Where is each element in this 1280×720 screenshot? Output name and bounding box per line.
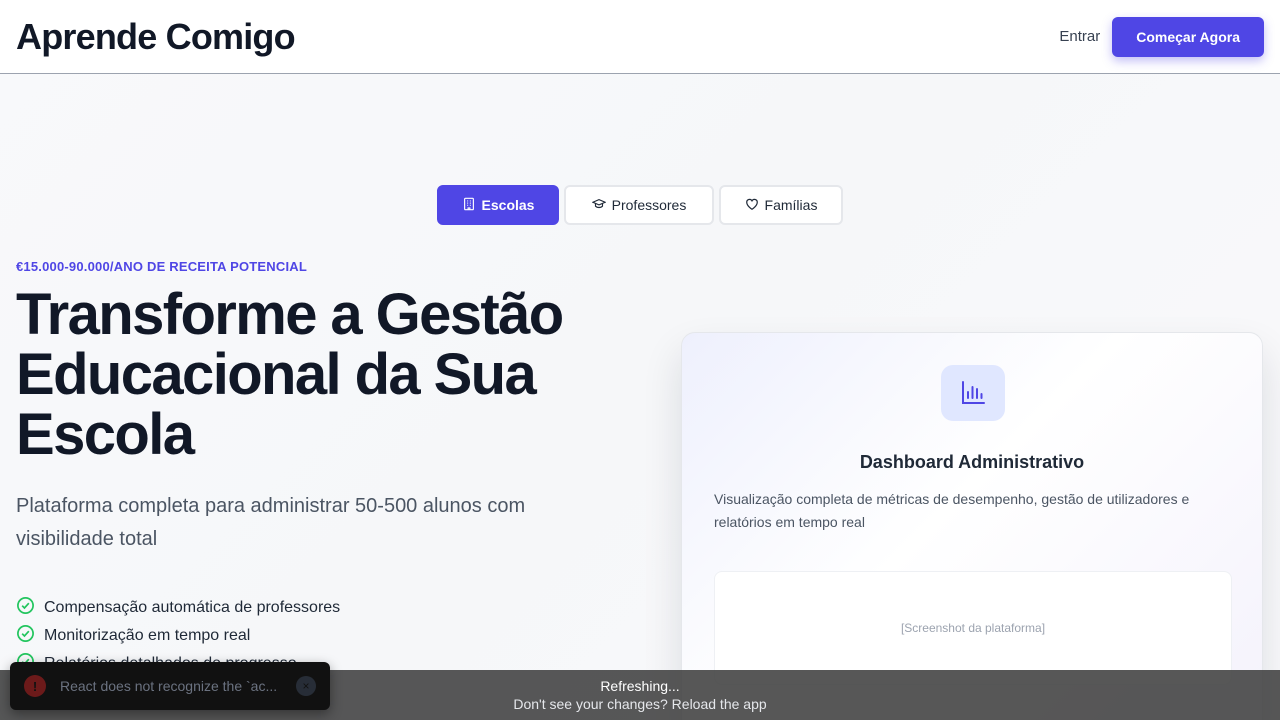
- check-circle-icon: [16, 624, 35, 648]
- login-button[interactable]: Entrar: [1059, 20, 1100, 53]
- header-actions: Entrar Começar Agora: [1059, 16, 1264, 57]
- reload-app-link[interactable]: Don't see your changes? Reload the app: [513, 695, 766, 713]
- get-started-button[interactable]: Começar Agora: [1112, 16, 1264, 57]
- graduation-cap-icon: [591, 197, 607, 214]
- tab-label: Professores: [611, 197, 687, 213]
- bar-chart-icon: [941, 365, 1005, 421]
- alert-icon: !: [24, 675, 46, 697]
- check-circle-icon: [16, 596, 35, 620]
- tab-label: Escolas: [481, 197, 535, 213]
- tab-families[interactable]: Famílias: [719, 185, 843, 225]
- tab-teachers[interactable]: Professores: [564, 185, 714, 225]
- audience-tabs: Escolas Professores Famílias: [437, 185, 843, 225]
- heart-icon: [745, 197, 759, 214]
- feature-text: Monitorização em tempo real: [44, 627, 251, 644]
- list-item: Compensação automática de professores: [16, 594, 340, 622]
- hero-subtitle: Plataforma completa para administrar 50-…: [16, 495, 526, 550]
- card-title: Dashboard Administrativo: [859, 452, 1085, 472]
- building-icon: [462, 197, 476, 214]
- feature-text: Compensação automática de professores: [44, 599, 341, 616]
- tab-label: Famílias: [764, 197, 818, 213]
- list-item: Monitorização em tempo real: [16, 622, 340, 650]
- error-message: React does not recognize the `ac...: [60, 678, 278, 694]
- screenshot-placeholder: [Screenshot da plataforma]: [714, 571, 1232, 685]
- close-icon[interactable]: ×: [296, 676, 316, 696]
- site-header: Aprende Comigo Entrar Começar Agora: [0, 0, 1280, 74]
- card-description: Visualização completa de métricas de des…: [714, 491, 1190, 530]
- tab-schools[interactable]: Escolas: [437, 185, 559, 225]
- refresh-title: Refreshing...: [600, 678, 680, 694]
- hero-title: Transforme a Gestão Educacional da Sua E…: [16, 282, 564, 467]
- dashboard-preview-card: Dashboard Administrativo Visualização co…: [681, 332, 1263, 720]
- error-toast[interactable]: ! React does not recognize the `ac... ×: [10, 662, 330, 710]
- logo[interactable]: Aprende Comigo: [16, 16, 296, 58]
- revenue-eyebrow: €15.000-90.000/ANO DE RECEITA POTENCIAL: [16, 259, 308, 274]
